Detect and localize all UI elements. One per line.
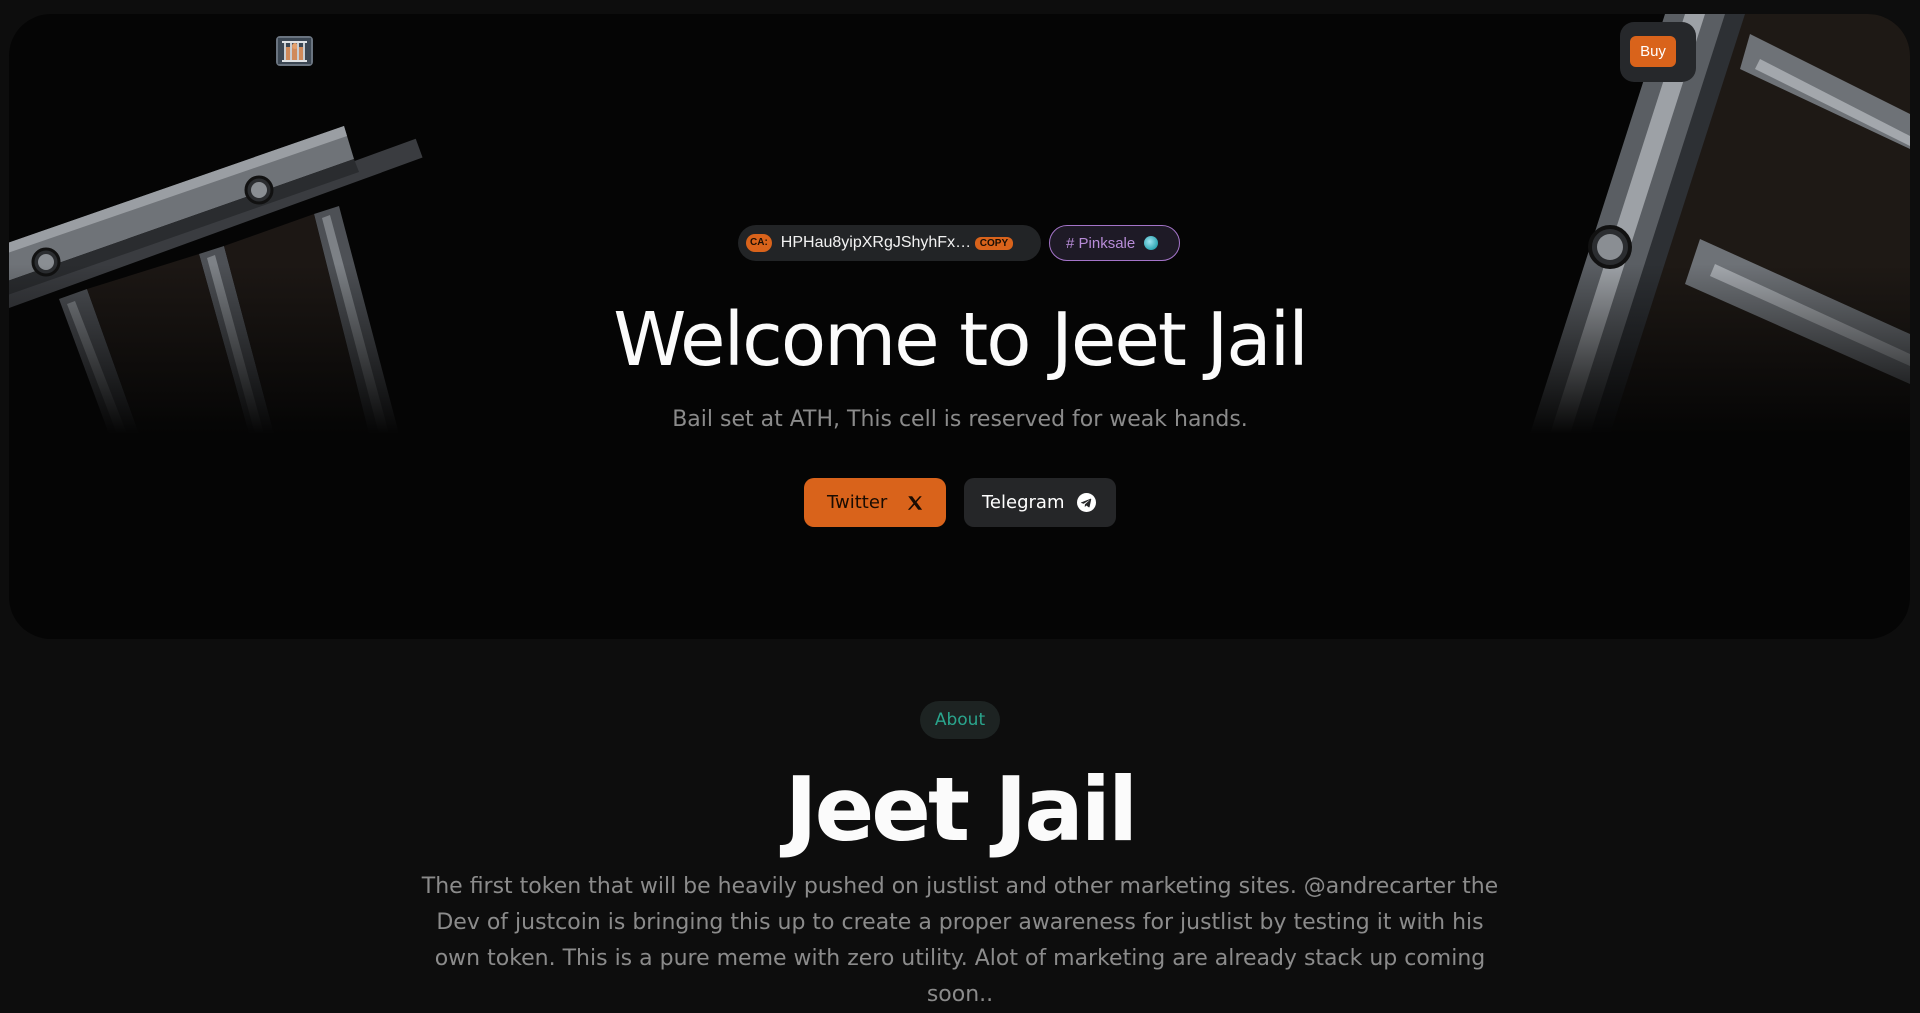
about-title: Jeet Jail — [784, 758, 1138, 861]
pinksale-label: # Pinksale — [1066, 234, 1136, 252]
about-description: The first token that will be heavily pus… — [421, 874, 1499, 1007]
jail-logo-graphic — [278, 38, 311, 64]
twitter-button-label: Twitter — [827, 492, 888, 513]
telegram-button[interactable]: Telegram — [964, 478, 1116, 527]
globe-icon — [1144, 236, 1159, 250]
x-icon — [907, 496, 923, 510]
pinksale-link[interactable]: # Pinksale — [1049, 225, 1180, 261]
twitter-button[interactable]: Twitter — [804, 478, 946, 527]
hero-subtitle: Bail set at ATH, This cell is reserved f… — [672, 407, 1248, 432]
ca-badge: CA: — [746, 234, 772, 252]
jail-logo-icon[interactable] — [276, 36, 313, 66]
contract-address-text: HPHau8yipXRgJShyhFx… — [780, 234, 969, 251]
buy-button[interactable]: Buy — [1630, 36, 1676, 67]
telegram-button-label: Telegram — [982, 492, 1065, 513]
about-badge: About — [920, 701, 1000, 739]
contract-address-pill[interactable]: CA: HPHau8yipXRgJShyhFx… COPY — [738, 225, 1041, 261]
copy-button[interactable]: COPY — [974, 236, 1014, 250]
hero-title: Welcome to Jeet Jail — [613, 297, 1309, 383]
telegram-icon — [1077, 493, 1096, 512]
